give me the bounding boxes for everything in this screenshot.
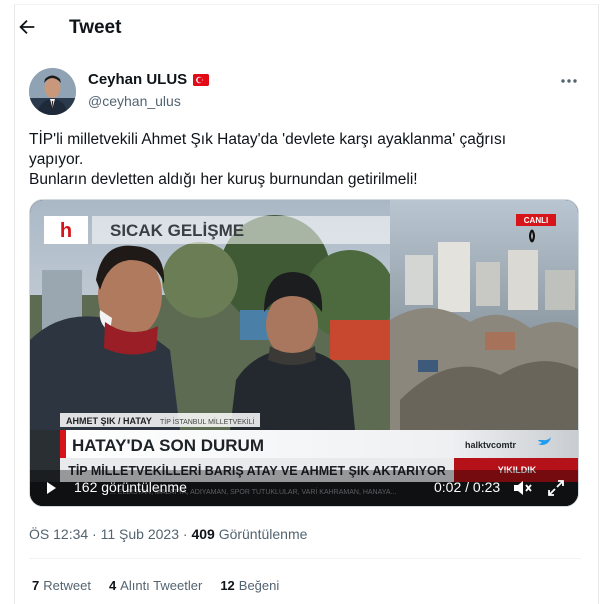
more-options-icon[interactable]: [560, 78, 578, 84]
video-time: 0:02 / 0:23: [434, 479, 500, 495]
tweet-text-line: Bunların devletten aldığı her kuruş burn…: [29, 171, 418, 188]
social-handle-text: halktvcomtr: [465, 440, 517, 450]
avatar[interactable]: [29, 68, 76, 115]
name-role-text: TİP İSTANBUL MİLLETVEKİLİ: [160, 417, 254, 426]
video-time-current: 0:02: [434, 479, 462, 495]
tweet-text: TİP'li milletvekili Ahmet Şık Hatay'da '…: [29, 130, 569, 190]
quotes-count: 4: [108, 578, 117, 593]
back-arrow-icon[interactable]: [16, 16, 38, 38]
channel-logo: h: [60, 220, 72, 242]
video-time-separator: /: [465, 479, 473, 495]
tweet-time[interactable]: ÖS 12:34: [29, 526, 88, 542]
retweets-count: 7: [32, 578, 40, 593]
tweet-date[interactable]: 11 Şub 2023: [101, 526, 179, 542]
likes-label: Beğeni: [238, 578, 280, 593]
fullscreen-icon[interactable]: [547, 479, 565, 497]
likes-stat[interactable]: 12 Beğeni: [220, 578, 279, 593]
video-player[interactable]: h SICAK GELİŞME CANLI AHMET ŞIK / HATAY …: [29, 199, 579, 507]
author-name-row[interactable]: Ceyhan ULUS: [88, 71, 210, 88]
meta-separator: ·: [182, 526, 188, 542]
retweets-stat[interactable]: 7 Retweet: [32, 578, 91, 593]
video-view-count: 162 görüntülenme: [74, 479, 187, 495]
live-badge: CANLI: [524, 216, 548, 225]
turkey-flag-icon: [193, 73, 210, 86]
divider: [29, 558, 581, 559]
banner-top-text: SICAK GELİŞME: [110, 221, 244, 240]
name-tag-text: AHMET ŞIK / HATAY: [66, 416, 152, 426]
mute-icon[interactable]: [512, 479, 532, 497]
meta-separator: ·: [92, 526, 97, 542]
play-icon[interactable]: [44, 481, 58, 495]
retweets-label: Retweet: [43, 578, 91, 593]
headline-text: HATAY'DA SON DURUM: [72, 436, 264, 455]
avatar-image: [29, 68, 76, 115]
views-label: Görüntülenme: [218, 526, 308, 542]
author-name[interactable]: Ceyhan ULUS: [88, 71, 187, 88]
tweet-text-line: yapıyor.: [29, 151, 84, 168]
tweet-text-line: TİP'li milletvekili Ahmet Şık Hatay'da '…: [29, 131, 507, 148]
likes-count: 12: [220, 578, 235, 593]
page-title: Tweet: [69, 17, 122, 38]
author-handle[interactable]: @ceyhan_ulus: [88, 93, 181, 109]
video-time-total: 0:23: [472, 479, 501, 495]
quotes-label: Alıntı Tweetler: [120, 578, 203, 593]
tweet-metadata: ÖS 12:34 · 11 Şub 2023 · 409 Görüntülenm…: [29, 526, 307, 542]
engagement-stats: 7 Retweet 4 Alıntı Tweetler 12 Beğeni: [32, 578, 279, 593]
video-frame: h SICAK GELİŞME CANLI AHMET ŞIK / HATAY …: [30, 200, 578, 506]
views-count: 409: [191, 526, 215, 542]
quote-tweets-stat[interactable]: 4 Alıntı Tweetler: [109, 578, 202, 593]
